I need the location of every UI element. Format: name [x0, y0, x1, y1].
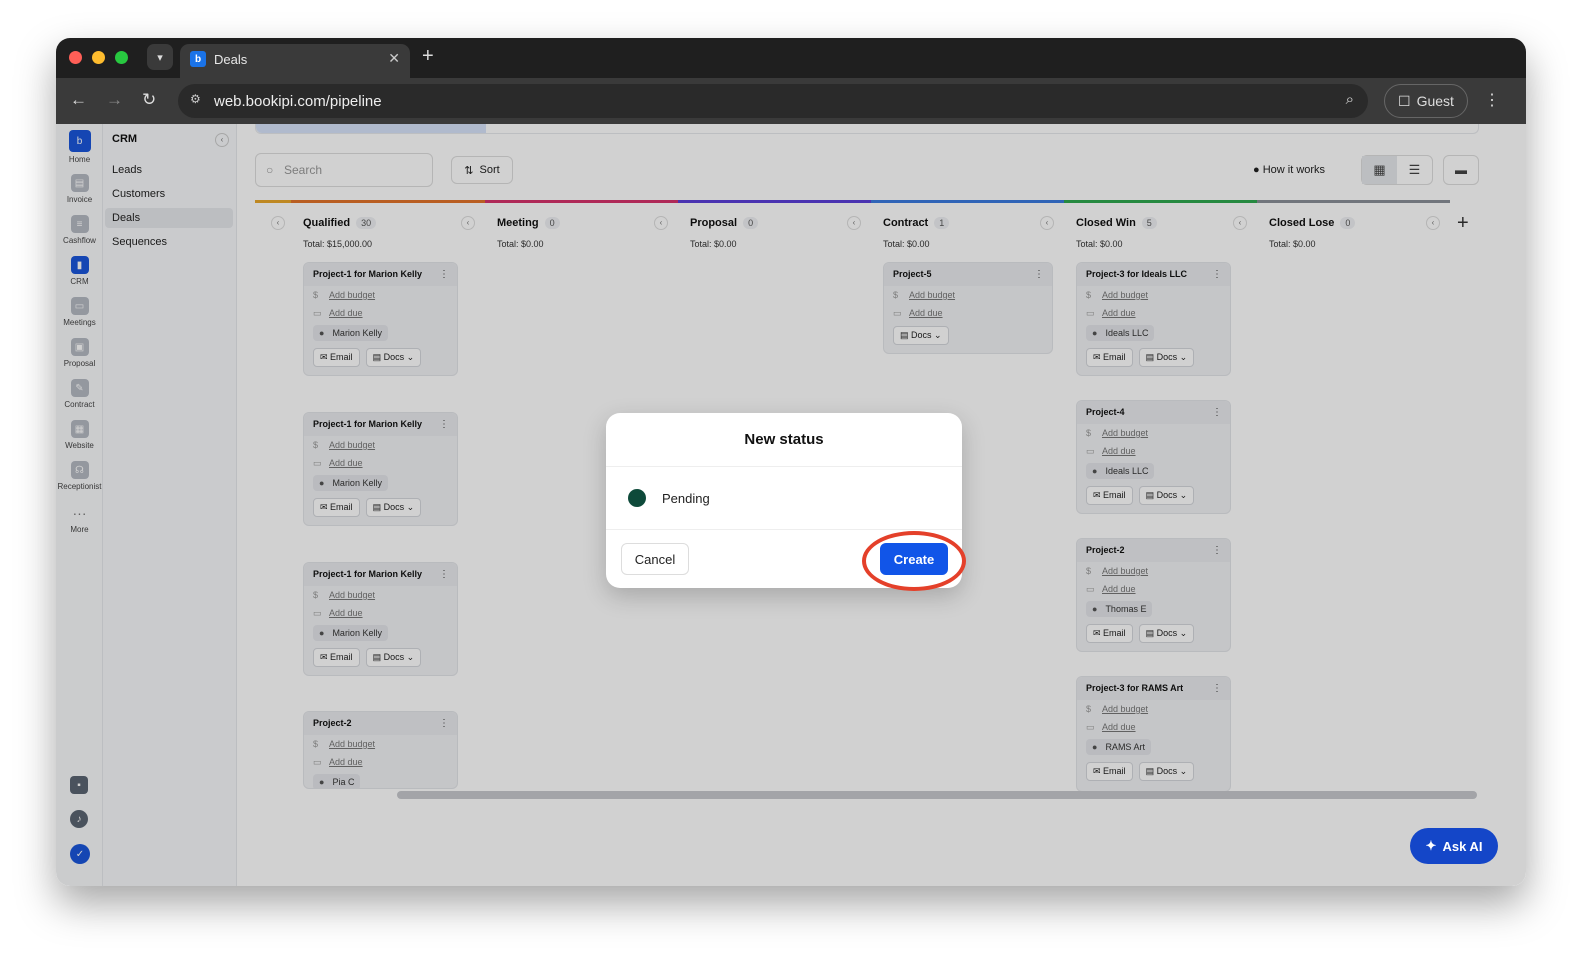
modal-title: New status [744, 431, 824, 448]
back-button[interactable]: ← [70, 90, 87, 110]
minimize-window-button[interactable] [92, 51, 105, 64]
close-tab-icon[interactable]: ✕ [388, 50, 400, 67]
forward-button[interactable]: → [106, 90, 123, 110]
ask-ai-button[interactable]: ✦ Ask AI [1410, 828, 1498, 864]
url-text: web.bookipi.com/pipeline [214, 93, 382, 110]
tab-title: Deals [214, 52, 248, 67]
app-area: b Home ▤ Invoice ≡ Cashflow ▮ CRM ▭ Meet… [56, 124, 1526, 886]
new-tab-button[interactable]: + [422, 46, 434, 66]
divider [606, 529, 962, 530]
chevron-down-icon: ▾ [157, 51, 163, 64]
close-window-button[interactable] [69, 51, 82, 64]
profile-button[interactable]: ☐ Guest [1384, 84, 1468, 118]
cancel-button[interactable]: Cancel [621, 543, 689, 575]
sparkle-icon: ✦ [1425, 838, 1437, 853]
zoom-icon[interactable]: ⌕ [1346, 91, 1354, 108]
browser-toolbar: ← → ↻ ⚙ web.bookipi.com/pipeline ⌕ ☐ Gue… [56, 78, 1526, 124]
tab-search-button[interactable]: ▾ [147, 44, 173, 70]
profile-label: Guest [1416, 93, 1454, 109]
site-info-icon[interactable]: ⚙ [190, 92, 208, 110]
tab-bar: ▾ b Deals ✕ + [56, 38, 1526, 78]
profile-icon: ☐ [1398, 92, 1411, 109]
browser-window: ▾ b Deals ✕ + ← → ↻ ⚙ web.bookipi.com/pi… [56, 38, 1526, 886]
reload-button[interactable]: ↻ [142, 90, 156, 110]
status-color-picker[interactable] [628, 489, 646, 507]
highlight-ring [862, 531, 966, 591]
address-bar[interactable]: ⚙ web.bookipi.com/pipeline ⌕ [178, 84, 1368, 118]
bookipi-favicon-icon: b [190, 51, 206, 67]
status-name-field[interactable]: Pending [662, 491, 710, 506]
ask-ai-label: Ask AI [1442, 838, 1483, 854]
browser-tab[interactable]: b Deals ✕ [180, 44, 410, 78]
browser-menu-icon[interactable]: ⋮ [1484, 90, 1500, 110]
divider [606, 466, 962, 467]
maximize-window-button[interactable] [115, 51, 128, 64]
